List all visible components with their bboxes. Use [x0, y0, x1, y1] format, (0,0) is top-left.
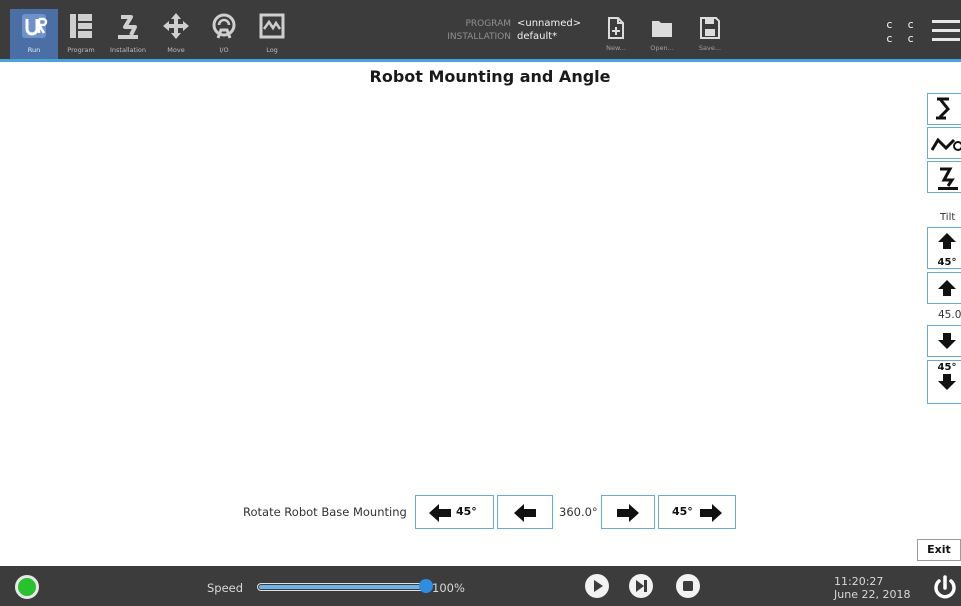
tab-log-label: Log [266, 46, 278, 54]
tab-installation[interactable]: Installation [104, 9, 152, 59]
stop-button[interactable] [676, 574, 700, 598]
arrow-up-icon [938, 280, 956, 296]
rotate-value: 360.0° [559, 505, 598, 519]
rotate-label: Rotate Robot Base Mounting [243, 505, 407, 519]
installation-icon [118, 15, 138, 39]
view-side-button[interactable] [927, 127, 961, 159]
footer-bar: Speed 100% 11:20:27 June 22, 2018 [0, 566, 961, 606]
tab-installation-label: Installation [109, 46, 146, 54]
open-button-label: Open... [650, 44, 674, 52]
exit-button[interactable]: Exit [917, 539, 961, 561]
open-button[interactable]: Open... [642, 16, 682, 60]
tilt-up-45-button[interactable]: 45° [927, 227, 961, 269]
tilt-down-45-label: 45° [937, 362, 957, 373]
rotate-left-45-button[interactable]: 45° [415, 495, 494, 529]
view-top-button[interactable] [927, 93, 961, 125]
stop-icon [683, 581, 693, 591]
cc-indicator-bottom: c c [886, 32, 918, 45]
tab-move-label: Move [167, 46, 185, 54]
arrow-down-icon [938, 333, 956, 349]
tilt-down-button[interactable] [927, 325, 961, 357]
tab-io-label: I/O [219, 46, 229, 54]
topbar-accent-line [0, 59, 961, 62]
new-button[interactable]: New... [596, 16, 636, 60]
program-icon [70, 14, 92, 38]
tab-log[interactable]: Log [248, 9, 296, 59]
step-icon [636, 580, 647, 592]
tab-move[interactable]: Move [152, 9, 200, 59]
rotate-right-button[interactable] [601, 495, 655, 529]
tab-program-label: Program [67, 46, 95, 54]
rotate-left-button[interactable] [497, 495, 553, 529]
new-file-icon [608, 17, 624, 39]
tilt-down-45-button[interactable]: 45° [927, 360, 961, 404]
installation-value: default* [517, 31, 558, 42]
arrow-left-icon [429, 504, 451, 522]
save-button[interactable]: Save... [690, 16, 730, 60]
installation-label: INSTALLATION [447, 32, 511, 42]
arrow-down-icon [938, 374, 956, 390]
folder-icon [652, 21, 672, 37]
save-icon [700, 17, 720, 39]
power-icon [934, 575, 956, 599]
clock-date: June 22, 2018 [834, 588, 911, 601]
tab-run-label: Run [27, 46, 41, 54]
speed-slider-fill [259, 585, 425, 589]
program-label: PROGRAM [465, 19, 511, 29]
page-title: Robot Mounting and Angle [369, 67, 611, 86]
io-icon [212, 13, 236, 39]
speed-slider-handle[interactable] [419, 579, 433, 593]
arrow-right-icon [617, 504, 639, 522]
log-icon [259, 13, 285, 39]
robot-status-indicator[interactable] [15, 575, 39, 599]
tab-run[interactable]: Run [10, 9, 58, 59]
robot-side-view-icon [930, 137, 961, 151]
speed-label: Speed [207, 581, 244, 595]
ur-logo-icon [22, 14, 48, 38]
move-icon [163, 13, 189, 39]
play-button[interactable] [585, 574, 609, 598]
arrow-left-icon [514, 504, 536, 522]
power-button[interactable] [931, 574, 959, 602]
tilt-label: Tilt [940, 212, 956, 223]
rotate-left-45-label: 45° [456, 505, 477, 518]
rotate-right-45-button[interactable]: 45° [658, 495, 736, 529]
robot-top-view-icon [936, 97, 951, 120]
tilt-up-45-label: 45° [937, 257, 957, 268]
view-front-button[interactable] [927, 161, 961, 193]
hamburger-menu-icon[interactable] [932, 20, 960, 46]
speed-slider[interactable] [257, 583, 427, 591]
speed-value: 100% [432, 581, 465, 595]
robot-front-view-icon [938, 167, 958, 190]
cc-indicator-top: c c [886, 18, 918, 31]
tilt-up-button[interactable] [927, 272, 961, 304]
top-bar: Run Program Installation Move I/O Log PR… [0, 0, 961, 62]
play-icon [594, 580, 603, 592]
new-button-label: New... [606, 44, 626, 52]
rotate-right-45-label: 45° [672, 505, 693, 518]
save-button-label: Save... [698, 44, 722, 52]
program-value: <unnamed> [517, 18, 582, 29]
arrow-right-icon [700, 504, 722, 522]
tilt-value: 45.0 [938, 309, 961, 321]
arrow-up-icon [938, 233, 956, 249]
tab-io[interactable]: I/O [200, 9, 248, 59]
step-button[interactable] [629, 574, 653, 598]
clock-time: 11:20:27 [834, 575, 884, 588]
tab-program[interactable]: Program [57, 9, 105, 59]
